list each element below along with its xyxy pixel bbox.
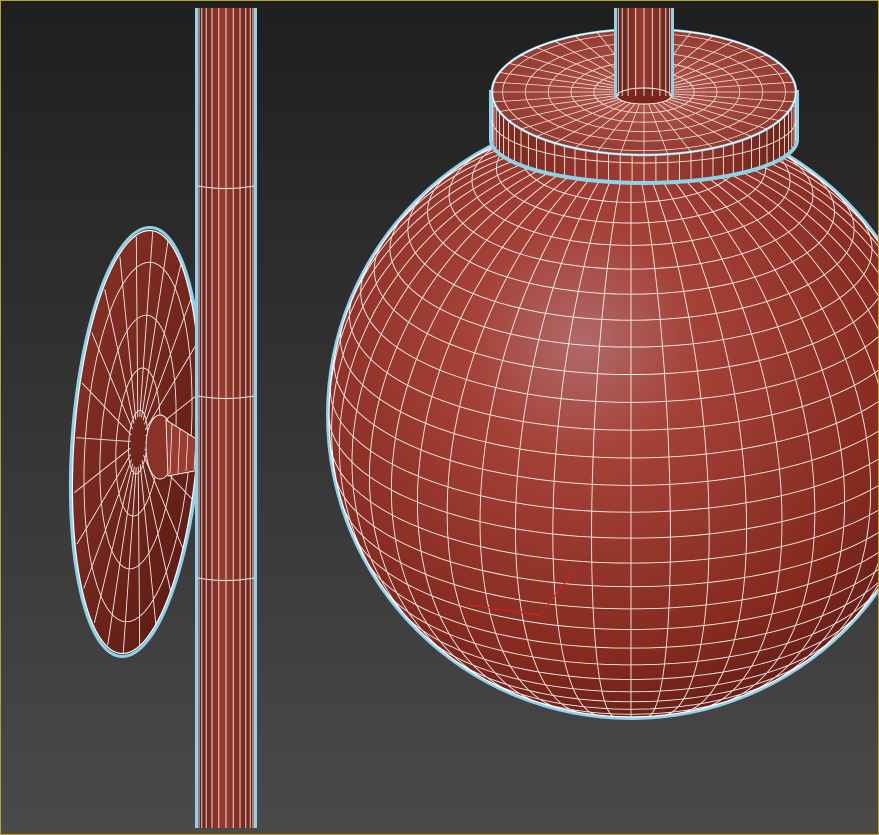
viewport-canvas[interactable] — [0, 0, 879, 835]
lamp-rod[interactable] — [614, 8, 674, 105]
viewport-3d[interactable] — [0, 0, 879, 835]
pole-cylinder[interactable] — [195, 8, 257, 828]
